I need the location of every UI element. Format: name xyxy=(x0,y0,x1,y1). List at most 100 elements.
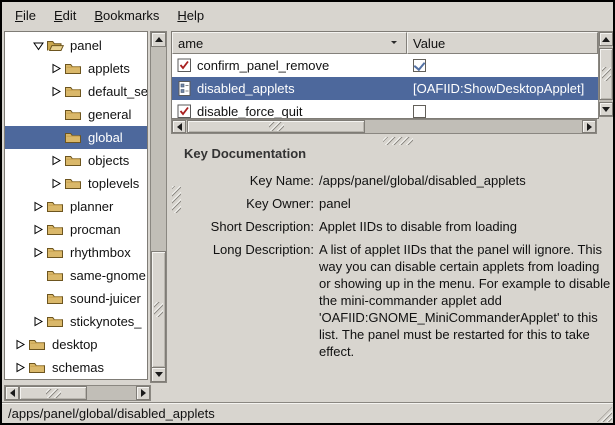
scrollbar-thumb[interactable] xyxy=(599,48,613,100)
folder-icon xyxy=(65,108,83,121)
scroll-up-button[interactable] xyxy=(599,32,613,46)
statusbar-path: /apps/panel/global/disabled_applets xyxy=(8,406,215,421)
folder-icon xyxy=(65,62,83,75)
key-value-text: [OAFIID:ShowDesktopApplet] xyxy=(413,81,584,96)
expander-collapsed-icon[interactable] xyxy=(50,178,62,190)
scroll-right-button[interactable] xyxy=(136,386,150,400)
tree-item-label: same-gnome xyxy=(68,268,148,283)
doc-key-owner-value: panel xyxy=(319,195,611,212)
list-header: ame Value xyxy=(172,32,598,54)
scrollbar-thumb[interactable] xyxy=(151,251,166,368)
scroll-down-button[interactable] xyxy=(599,102,613,116)
expander-collapsed-icon[interactable] xyxy=(50,155,62,167)
tree-item-stickynotes[interactable]: stickynotes_ xyxy=(5,310,147,333)
tree-item-desktop[interactable]: desktop xyxy=(5,333,147,356)
value-checkbox-checked[interactable] xyxy=(413,59,426,72)
tree-item-label: applets xyxy=(86,61,132,76)
folder-icon xyxy=(65,154,83,167)
scrollbar-thumb[interactable] xyxy=(19,386,87,400)
list-vertical-scrollbar[interactable] xyxy=(598,31,614,117)
doc-field-label: Short Description: xyxy=(178,218,314,235)
gconf-editor-window: File Edit Bookmarks Help panel applets d… xyxy=(0,0,615,425)
tree-item-label: desktop xyxy=(50,337,100,352)
scroll-left-button[interactable] xyxy=(5,386,19,400)
key-row-disabled-applets[interactable]: disabled_applets [OAFIID:ShowDesktopAppl… xyxy=(172,77,598,100)
tree-item-rhythmbox[interactable]: rhythmbox xyxy=(5,241,147,264)
doc-key-name-value: /apps/panel/global/disabled_applets xyxy=(319,172,611,189)
tree-item-panel[interactable]: panel xyxy=(5,34,147,57)
key-name-label: disable_force_quit xyxy=(197,104,303,119)
tree-item-applets[interactable]: applets xyxy=(5,57,147,80)
tree-item-label: global xyxy=(86,130,125,145)
expander-collapsed-icon[interactable] xyxy=(32,247,44,259)
key-row-confirm-panel-remove[interactable]: confirm_panel_remove xyxy=(172,54,598,77)
expander-collapsed-icon[interactable] xyxy=(32,316,44,328)
value-checkbox-unchecked[interactable] xyxy=(413,105,426,118)
statusbar: /apps/panel/global/disabled_applets xyxy=(2,402,613,423)
key-name-label: confirm_panel_remove xyxy=(197,58,329,73)
folder-icon xyxy=(47,246,65,259)
folder-icon xyxy=(47,269,65,282)
scroll-right-button[interactable] xyxy=(582,120,596,133)
key-list: ame Value confirm_panel_remove disabled_… xyxy=(171,31,599,119)
tree-item-procman[interactable]: procman xyxy=(5,218,147,241)
sort-indicator-icon xyxy=(391,41,397,47)
tree-item-label: planner xyxy=(68,199,115,214)
tree-vertical-scrollbar[interactable] xyxy=(150,31,167,383)
list-horizontal-scrollbar[interactable] xyxy=(171,119,597,134)
scroll-down-button[interactable] xyxy=(151,367,166,382)
menu-edit[interactable]: Edit xyxy=(45,5,85,26)
expander-expanded-icon[interactable] xyxy=(32,40,44,52)
column-header-value[interactable]: Value xyxy=(407,32,598,54)
tree-item-toplevels[interactable]: toplevels xyxy=(5,172,147,195)
menubar: File Edit Bookmarks Help xyxy=(2,2,613,29)
expander-collapsed-icon[interactable] xyxy=(14,362,26,374)
folder-icon xyxy=(65,177,83,190)
expander-collapsed-icon[interactable] xyxy=(32,201,44,213)
open-folder-icon xyxy=(47,39,65,52)
doc-long-description-value: A list of applet IIDs that the panel wil… xyxy=(319,241,611,360)
doc-field-label: Key Name: xyxy=(178,172,314,189)
tree-item-default-setup[interactable]: default_se xyxy=(5,80,147,103)
expander-spacer xyxy=(32,293,44,305)
scroll-up-button[interactable] xyxy=(151,32,166,47)
scrollbar-thumb[interactable] xyxy=(187,120,365,133)
tree-item-sound-juicer[interactable]: sound-juicer xyxy=(5,287,147,310)
expander-spacer xyxy=(50,132,62,144)
tree-item-objects[interactable]: objects xyxy=(5,149,147,172)
doc-section-title: Key Documentation xyxy=(184,146,306,161)
expander-spacer xyxy=(32,270,44,282)
boolean-key-icon xyxy=(177,58,192,73)
folder-icon xyxy=(47,292,65,305)
expander-collapsed-icon[interactable] xyxy=(32,224,44,236)
folder-icon xyxy=(47,200,65,213)
expander-collapsed-icon[interactable] xyxy=(50,63,62,75)
doc-splitter-handle[interactable] xyxy=(383,137,413,145)
boolean-key-icon xyxy=(177,104,192,119)
tree-item-label: objects xyxy=(86,153,131,168)
list-key-icon xyxy=(177,81,192,96)
folder-icon xyxy=(47,315,65,328)
column-header-name[interactable]: ame xyxy=(172,32,407,54)
menu-help[interactable]: Help xyxy=(168,5,213,26)
tree-item-general[interactable]: general xyxy=(5,103,147,126)
config-tree: panel applets default_se general global … xyxy=(4,31,148,380)
key-row-disable-force-quit[interactable]: disable_force_quit xyxy=(172,100,598,119)
tree-item-global[interactable]: global xyxy=(5,126,147,149)
tree-item-label: stickynotes_ xyxy=(68,314,144,329)
expander-collapsed-icon[interactable] xyxy=(50,86,62,98)
tree-item-label: general xyxy=(86,107,133,122)
scroll-left-button[interactable] xyxy=(172,120,186,133)
tree-item-schemas[interactable]: schemas xyxy=(5,356,147,379)
menu-file[interactable]: File xyxy=(6,5,45,26)
expander-collapsed-icon[interactable] xyxy=(14,339,26,351)
folder-icon xyxy=(65,85,83,98)
tree-item-planner[interactable]: planner xyxy=(5,195,147,218)
doc-fields: Key Name: /apps/panel/global/disabled_ap… xyxy=(178,172,614,360)
column-header-label: ame xyxy=(178,36,203,51)
tree-item-label: toplevels xyxy=(86,176,141,191)
tree-item-same-gnome[interactable]: same-gnome xyxy=(5,264,147,287)
menu-bookmarks[interactable]: Bookmarks xyxy=(85,5,168,26)
doc-field-label: Long Description: xyxy=(178,241,314,360)
tree-horizontal-scrollbar[interactable] xyxy=(4,385,151,401)
